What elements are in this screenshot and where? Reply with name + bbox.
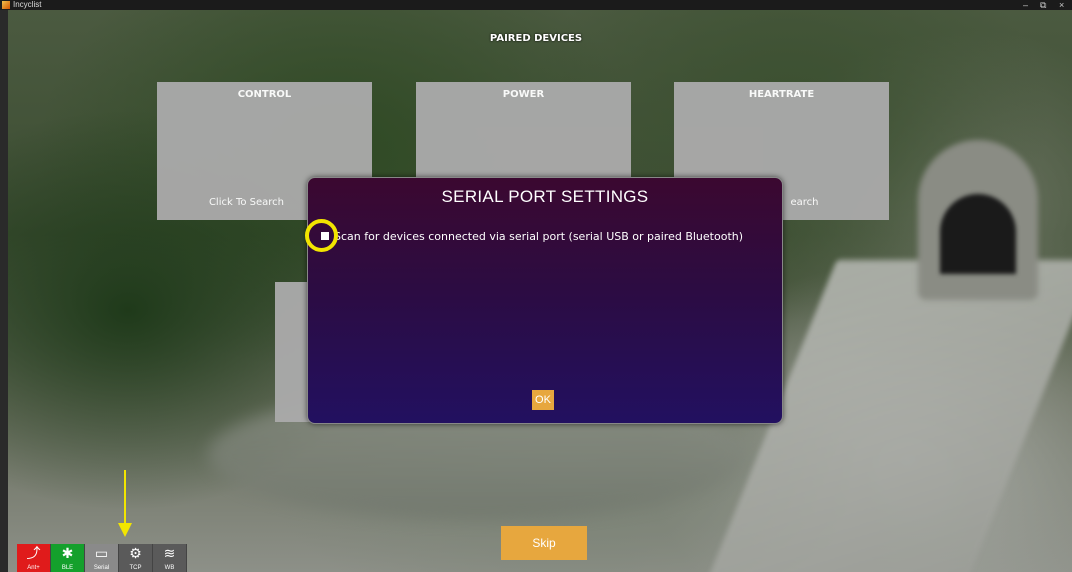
serial-scan-option[interactable]: Scan for devices connected via serial po… — [321, 229, 743, 243]
wb-label: WB — [164, 565, 175, 571]
annotation-arrow-shaft — [124, 470, 126, 526]
ble-label: BLE — [61, 565, 74, 571]
control-card-label: CONTROL — [237, 89, 292, 100]
heartrate-card-label: HEARTRATE — [748, 89, 815, 100]
page-title: PAIRED DEVICES — [489, 33, 583, 44]
serial-label: Serial — [93, 565, 110, 571]
serial-port-icon: ▭ — [94, 545, 109, 561]
serial-scan-checkbox-label[interactable]: Scan for devices connected via serial po… — [334, 230, 743, 243]
power-card-label: POWER — [502, 89, 545, 100]
skip-button[interactable]: Skip — [501, 526, 587, 560]
close-window-button[interactable]: × — [1059, 0, 1064, 10]
ant-plus-icon: ⤴ — [26, 545, 41, 561]
minimize-button[interactable]: – — [1023, 0, 1028, 10]
serial-port-settings-dialog: SERIAL PORT SETTINGS Scan for devices co… — [307, 177, 783, 424]
serial-button[interactable]: ▭ Serial — [85, 544, 119, 572]
interface-toolbar: ⤴ Ant+ ✱ BLE ▭ Serial ⚙ TCP ≋ WB — [17, 544, 187, 572]
window-titlebar: Incyclist – ⧉ × — [0, 0, 1072, 10]
maximize-button[interactable]: ⧉ — [1040, 0, 1046, 10]
background-tunnel-opening — [940, 194, 1016, 274]
tcp-button[interactable]: ⚙ TCP — [119, 544, 153, 572]
wifi-icon: ≋ — [163, 545, 176, 561]
tcp-plug-icon: ⚙ — [129, 545, 142, 561]
ble-button[interactable]: ✱ BLE — [51, 544, 85, 572]
wb-button[interactable]: ≋ WB — [153, 544, 187, 572]
annotation-arrow-head-icon — [118, 523, 132, 537]
tcp-label: TCP — [129, 565, 142, 571]
ok-button[interactable]: OK — [532, 390, 554, 410]
highlight-ring — [305, 219, 338, 252]
window-title: Incyclist — [13, 0, 42, 9]
ant-plus-button[interactable]: ⤴ Ant+ — [17, 544, 51, 572]
dialog-title: SERIAL PORT SETTINGS — [441, 187, 649, 206]
ant-plus-label: Ant+ — [27, 565, 40, 571]
app-logo-icon — [2, 1, 10, 9]
bluetooth-icon: ✱ — [61, 545, 74, 561]
